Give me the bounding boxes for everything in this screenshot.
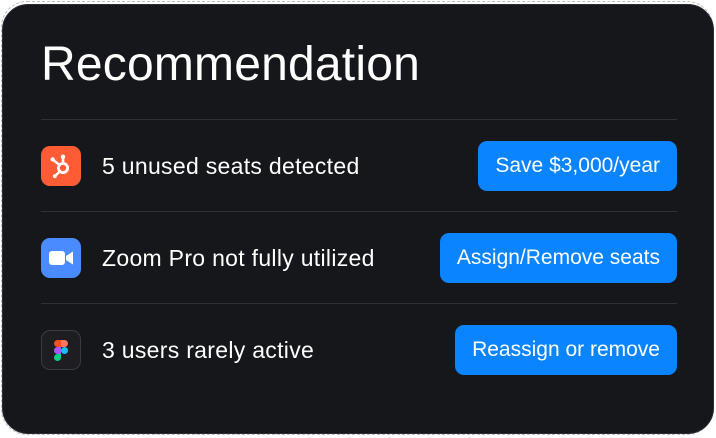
hubspot-icon [41,146,81,186]
recommendation-row-zoom: Zoom Pro not fully utilized Assign/Remov… [41,233,677,283]
row-info: 3 users rarely active [41,330,314,370]
zoom-icon [41,238,81,278]
recommendation-row-figma: 3 users rarely active Reassign or remove [41,325,677,375]
recommendation-text: Zoom Pro not fully utilized [102,244,375,271]
figma-icon [41,330,81,370]
recommendation-card: Recommendation 5 unused seats detected S… [2,4,714,434]
divider [41,303,677,304]
recommendation-text: 5 unused seats detected [102,152,360,179]
card-title: Recommendation [41,38,420,91]
save-money-button[interactable]: Save $3,000/year [478,141,677,191]
row-info: 5 unused seats detected [41,146,360,186]
divider [41,211,677,212]
canvas: Recommendation 5 unused seats detected S… [0,0,716,438]
recommendation-text: 3 users rarely active [102,336,315,363]
divider [41,119,677,120]
row-info: Zoom Pro not fully utilized [41,238,375,278]
reassign-remove-button[interactable]: Reassign or remove [455,325,677,375]
assign-remove-seats-button[interactable]: Assign/Remove seats [439,233,677,283]
recommendation-row-hubspot: 5 unused seats detected Save $3,000/year [41,141,677,191]
